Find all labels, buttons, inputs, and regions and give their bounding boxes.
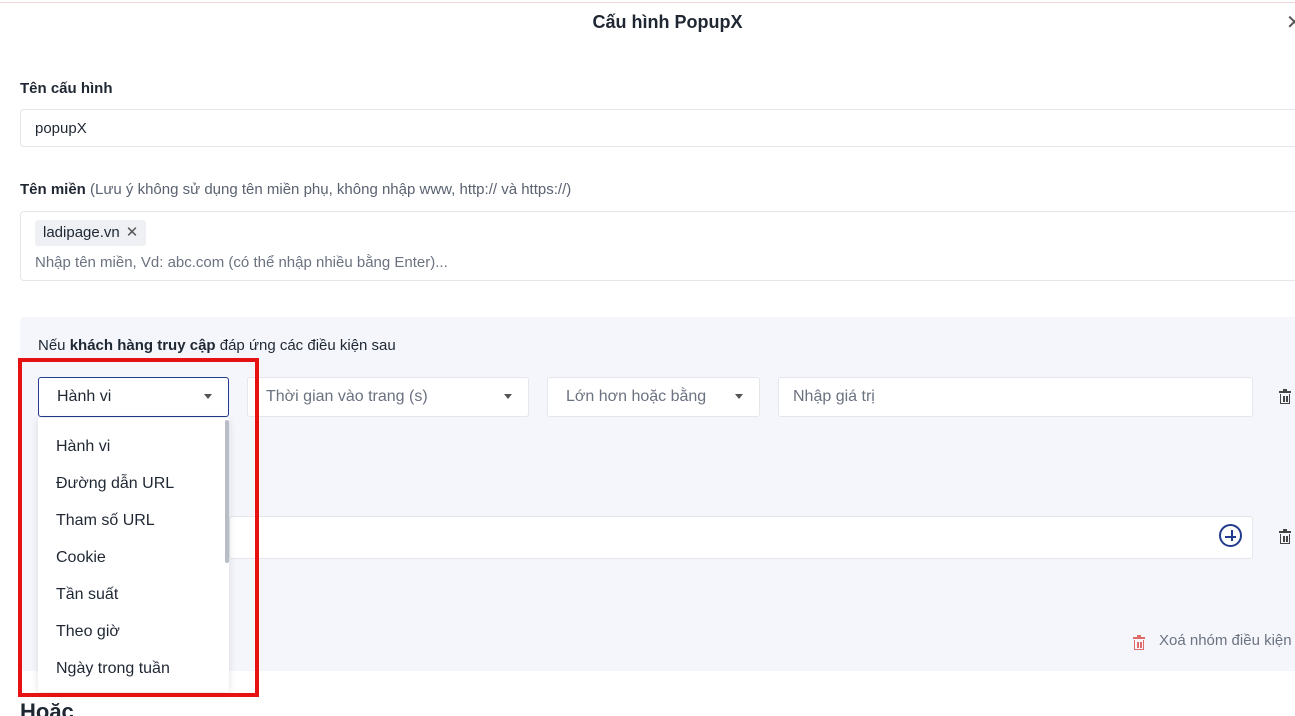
remove-tag-icon[interactable]: ✕ [126, 224, 139, 241]
domain-tag: ladipage.vn ✕ [35, 220, 147, 246]
domain-input[interactable]: ladipage.vn ✕ Nhập tên miền, Vd: abc.com … [20, 211, 1295, 281]
chevron-down-icon [735, 394, 743, 399]
condition-value-input[interactable]: Nhập giá trị [778, 377, 1253, 417]
domain-tag-label: ladipage.vn [43, 224, 120, 241]
or-label: Hoặc [20, 699, 74, 716]
trash-icon[interactable] [1279, 389, 1291, 404]
behavior-select[interactable]: Thời gian vào trang (s) [247, 377, 529, 417]
operator-select[interactable]: Lớn hơn hoặc bằng [547, 377, 760, 417]
trash-icon[interactable] [1279, 529, 1291, 544]
add-circle-icon[interactable] [1219, 524, 1242, 547]
trash-icon [1133, 635, 1145, 650]
highlight-box [18, 358, 259, 697]
close-icon[interactable]: ✕ [1286, 12, 1295, 34]
domain-placeholder: Nhập tên miền, Vd: abc.com (có thể nhập … [35, 254, 448, 271]
dialog-title: Cấu hình PopupX [592, 12, 743, 32]
condition-intro: Nếu khách hàng truy cập đáp ứng các điều… [38, 337, 396, 354]
domain-label: Tên miền (Lưu ý không sử dụng tên miền p… [20, 181, 572, 198]
url-input[interactable] [229, 516, 1253, 559]
domain-note: (Lưu ý không sử dụng tên miền phụ, không… [90, 181, 572, 198]
chevron-down-icon [504, 394, 512, 399]
top-divider [0, 2, 1295, 3]
config-name-input[interactable]: popupX [20, 109, 1295, 147]
delete-group-button[interactable]: Xoá nhóm điều kiện [1159, 632, 1292, 649]
config-name-label: Tên cấu hình [20, 80, 113, 97]
